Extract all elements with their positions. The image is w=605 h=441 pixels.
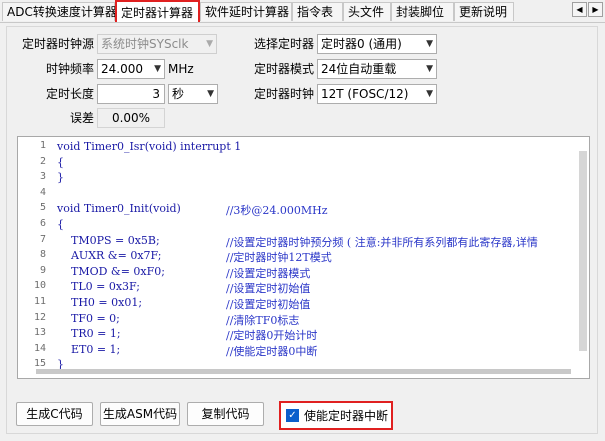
tab-prev-icon[interactable]: ◀ — [572, 2, 587, 17]
copy-code-button[interactable]: 复制代码 — [187, 402, 264, 426]
code-line: TMOD &= 0xF0; — [57, 264, 165, 278]
select-timer-label: 选择定时器 — [253, 37, 314, 51]
code-line: void Timer0_Isr(void) interrupt 1 — [57, 140, 242, 153]
chevron-down-icon: ▼ — [154, 64, 161, 74]
error-label: 误差 — [69, 111, 94, 125]
code-line: TF0 = 0; — [57, 311, 120, 325]
timer-clock-select[interactable]: 12T (FOSC/12) ▼ — [317, 84, 437, 104]
line-number: 14 — [33, 342, 46, 354]
clock-frequency-input[interactable]: 24.000 ▼ — [97, 59, 165, 79]
code-line: } — [57, 171, 64, 185]
frequency-unit: MHz — [168, 62, 194, 76]
tab-strip: ADC转换速度计算器 定时器计算器 软件延时计算器 指令表 头文件 封装脚位 更… — [0, 0, 605, 23]
code-line: { — [57, 155, 64, 169]
code-comment: //定时器时钟12T模式 — [226, 251, 332, 265]
line-number: 1 — [39, 140, 46, 151]
timer-length-label: 定时长度 — [45, 87, 94, 101]
generate-asm-code-button[interactable]: 生成ASM代码 — [100, 402, 180, 426]
tab-timer-calculator[interactable]: 定时器计算器 — [115, 0, 200, 22]
line-number: 8 — [39, 249, 46, 261]
code-comment: //设置定时器时钟预分频 ( 注意:并非所有系列都有此寄存器,详情 — [226, 235, 538, 249]
line-number: 6 — [39, 218, 46, 229]
select-timer-select[interactable]: 定时器0 (通用) ▼ — [317, 34, 437, 54]
line-number: 13 — [33, 327, 46, 339]
code-line: ET0 = 1; — [57, 342, 121, 356]
chevron-down-icon: ▼ — [206, 39, 213, 49]
code-line: TM0PS = 0x5B; — [57, 233, 160, 247]
error-value: 0.00% — [97, 108, 165, 128]
timer-clock-value: 12T (FOSC/12) — [321, 87, 409, 101]
clock-source-select[interactable]: 系统时钟SYSclk ▼ — [97, 34, 217, 54]
code-line: void Timer0_Init(void) — [57, 202, 181, 216]
code-comment: //定时器0开始计时 — [226, 329, 318, 343]
line-number: 15 — [33, 358, 46, 370]
generate-c-code-button[interactable]: 生成C代码 — [16, 402, 93, 426]
timer-length-input[interactable]: 3 — [97, 84, 165, 104]
enable-interrupt-label: 使能定时器中断 — [304, 409, 389, 423]
code-comment: //设置定时初始值 — [226, 282, 311, 296]
line-number: 2 — [39, 155, 46, 167]
code-line: TH0 = 0x01; — [57, 296, 143, 309]
code-line: TR0 = 1; — [57, 327, 121, 341]
tab-update-notes[interactable]: 更新说明 — [454, 2, 514, 21]
code-comment: //设置定时初始值 — [226, 298, 311, 311]
tab-header-files[interactable]: 头文件 — [343, 2, 391, 21]
timer-mode-label: 定时器模式 — [253, 62, 314, 76]
tab-instruction-table[interactable]: 指令表 — [292, 2, 343, 21]
timer-clock-label: 定时器时钟 — [253, 87, 314, 101]
line-number: 5 — [39, 202, 46, 214]
code-comment: //设置定时器模式 — [226, 266, 311, 280]
chevron-down-icon: ▼ — [426, 64, 433, 74]
timer-mode-value: 24位自动重载 — [321, 62, 397, 76]
chevron-down-icon: ▼ — [426, 39, 433, 49]
tab-scroll-arrows: ◀ ▶ — [572, 2, 603, 17]
tab-software-delay[interactable]: 软件延时计算器 — [200, 2, 292, 21]
code-comment: //3秒@24.000MHz — [226, 204, 328, 218]
horizontal-scrollbar[interactable] — [36, 369, 571, 374]
line-number: 3 — [39, 171, 46, 183]
line-number: 11 — [33, 296, 46, 307]
checkbox-checked-icon[interactable]: ✓ — [286, 409, 299, 422]
tab-package-pins[interactable]: 封装脚位 — [391, 2, 454, 21]
timer-length-unit-value: 秒 — [172, 87, 185, 101]
select-timer-value: 定时器0 (通用) — [321, 37, 402, 51]
clock-source-label: 定时器时钟源 — [21, 37, 94, 51]
line-number: 4 — [39, 186, 46, 198]
code-line: { — [57, 218, 64, 231]
vertical-scrollbar[interactable] — [579, 151, 587, 351]
code-comment: //清除TF0标志 — [226, 313, 300, 327]
chevron-down-icon: ▼ — [207, 89, 214, 99]
enable-interrupt-checkbox[interactable]: ✓ 使能定时器中断 — [279, 401, 393, 430]
code-comment: //使能定时器0中断 — [226, 344, 318, 358]
timer-length-unit-select[interactable]: 秒 ▼ — [168, 84, 218, 104]
clock-frequency-value: 24.000 — [101, 62, 143, 76]
code-editor[interactable]: 1 2 3 4 5 6 7 8 9 10 11 12 13 14 15 void Timer0_Isr(vo… — [17, 136, 590, 379]
line-number-gutter: 1 2 3 4 5 6 7 8 9 10 11 12 13 14 15 — [18, 137, 46, 378]
code-line: AUXR &= 0x7F; — [57, 249, 162, 263]
chevron-down-icon: ▼ — [426, 89, 433, 99]
clock-source-value: 系统时钟SYSclk — [101, 37, 189, 51]
code-line: TL0 = 0x3F; — [57, 280, 140, 294]
line-number: 9 — [39, 264, 46, 276]
line-number: 7 — [39, 233, 46, 245]
line-number: 12 — [33, 311, 46, 323]
clock-frequency-label: 时钟频率 — [45, 62, 94, 76]
tab-next-icon[interactable]: ▶ — [588, 2, 603, 17]
timer-mode-select[interactable]: 24位自动重载 ▼ — [317, 59, 437, 79]
tab-adc-calculator[interactable]: ADC转换速度计算器 — [2, 2, 117, 21]
line-number: 10 — [33, 280, 46, 292]
